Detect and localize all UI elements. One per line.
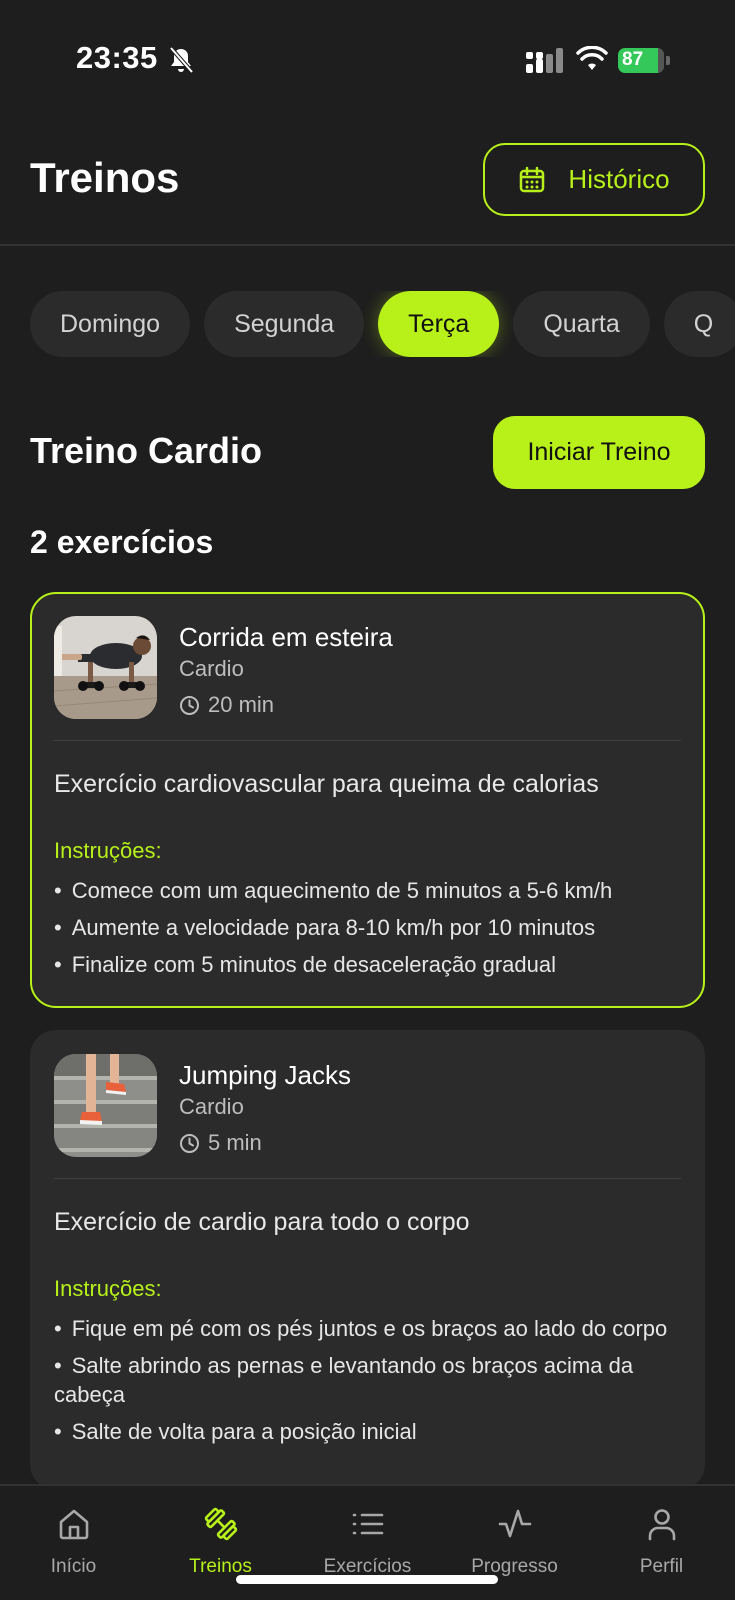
wifi-icon: [576, 46, 608, 70]
instructions-list: Fique em pé com os pés juntos e os braço…: [54, 1314, 685, 1454]
exercise-duration: 5 min: [179, 1130, 262, 1156]
bell-slash-icon: [169, 46, 194, 74]
history-button[interactable]: Histórico: [483, 143, 705, 216]
exercise-duration-value: 5 min: [208, 1130, 262, 1155]
stairs-running-photo: [54, 1054, 157, 1157]
workout-title: Treino Cardio: [30, 430, 263, 471]
instruction-item: Salte de volta para a posição inicial: [54, 1417, 685, 1446]
home-indicator: [236, 1575, 498, 1584]
calendar-icon: [520, 166, 545, 192]
signal-icon: [526, 48, 563, 73]
header: Treinos Histórico: [0, 110, 735, 246]
dumbbell-icon: [204, 1507, 238, 1541]
battery-percent: 87: [622, 49, 644, 70]
clock-icon: [180, 695, 199, 715]
exercise-duration: 20 min: [179, 692, 274, 718]
nav-label: Início: [50, 1556, 97, 1577]
status-bar: 23:35 87: [0, 0, 735, 110]
card-divider: [54, 1178, 681, 1179]
tab-terca[interactable]: Terça: [378, 291, 500, 357]
user-icon: [648, 1509, 676, 1541]
tab-segunda[interactable]: Segunda: [204, 291, 365, 357]
instruction-item: Fique em pé com os pés juntos e os braço…: [54, 1314, 685, 1343]
nav-item-perfil[interactable]: Perfil: [588, 1486, 735, 1600]
activity-icon: [498, 1509, 532, 1538]
tab-domingo[interactable]: Domingo: [30, 291, 191, 357]
battery-empty: [658, 48, 664, 73]
clock-icon: [180, 1133, 199, 1153]
exercise-description: Exercício cardiovascular para queima de …: [54, 770, 599, 798]
page-title: Treinos: [30, 154, 180, 201]
exercise-card[interactable]: Jumping Jacks Cardio 5 min Exercício de …: [30, 1030, 705, 1490]
exercise-thumbnail: [54, 1054, 157, 1157]
instructions-list: Comece com um aquecimento de 5 minutos a…: [54, 876, 685, 987]
exercise-duration-value: 20 min: [208, 692, 275, 717]
tab-quinta[interactable]: Q: [663, 291, 735, 357]
instruction-item: Comece com um aquecimento de 5 minutos a…: [54, 876, 685, 905]
battery-body: 87: [618, 48, 664, 73]
exercise-category: Cardio: [179, 656, 244, 681]
exercise-name: Corrida em esteira: [179, 622, 393, 652]
app-screen: 23:35 87 Treinos Histórico Domingo Segun…: [0, 0, 735, 1600]
day-tabs[interactable]: Domingo Segunda Terça Quarta Q: [30, 291, 735, 357]
status-time: 23:35: [76, 40, 158, 75]
exercise-category: Cardio: [179, 1094, 244, 1119]
day-tabs-track: Domingo Segunda Terça Quarta Q: [30, 291, 735, 357]
tab-quarta[interactable]: Quarta: [513, 291, 650, 357]
exercise-description: Exercício de cardio para todo o corpo: [54, 1208, 470, 1236]
exercise-card[interactable]: Corrida em esteira Cardio 20 min Exercíc…: [30, 592, 705, 1008]
battery-charging-icon: 87: [618, 48, 670, 73]
nav-item-inicio[interactable]: Início: [0, 1486, 147, 1600]
instruction-item: Aumente a velocidade para 8-10 km/h por …: [54, 913, 685, 942]
start-workout-button[interactable]: Iniciar Treino: [493, 416, 705, 489]
exercise-thumbnail: [54, 616, 157, 719]
instruction-item: Salte abrindo as pernas e levantando os …: [54, 1351, 685, 1409]
home-icon: [59, 1509, 89, 1540]
list-icon: [352, 1513, 384, 1535]
exercise-name: Jumping Jacks: [179, 1060, 351, 1090]
battery-tip: [666, 56, 670, 65]
instructions-title: Instruções:: [54, 1276, 162, 1301]
pushup-photo: [54, 616, 157, 719]
instructions-title: Instruções:: [54, 838, 162, 863]
instruction-item: Finalize com 5 minutos de desaceleração …: [54, 950, 685, 979]
nav-label: Perfil: [639, 1556, 684, 1577]
exercise-count: 2 exercícios: [30, 524, 214, 560]
card-divider: [54, 740, 681, 741]
history-button-label: Histórico: [568, 164, 670, 194]
